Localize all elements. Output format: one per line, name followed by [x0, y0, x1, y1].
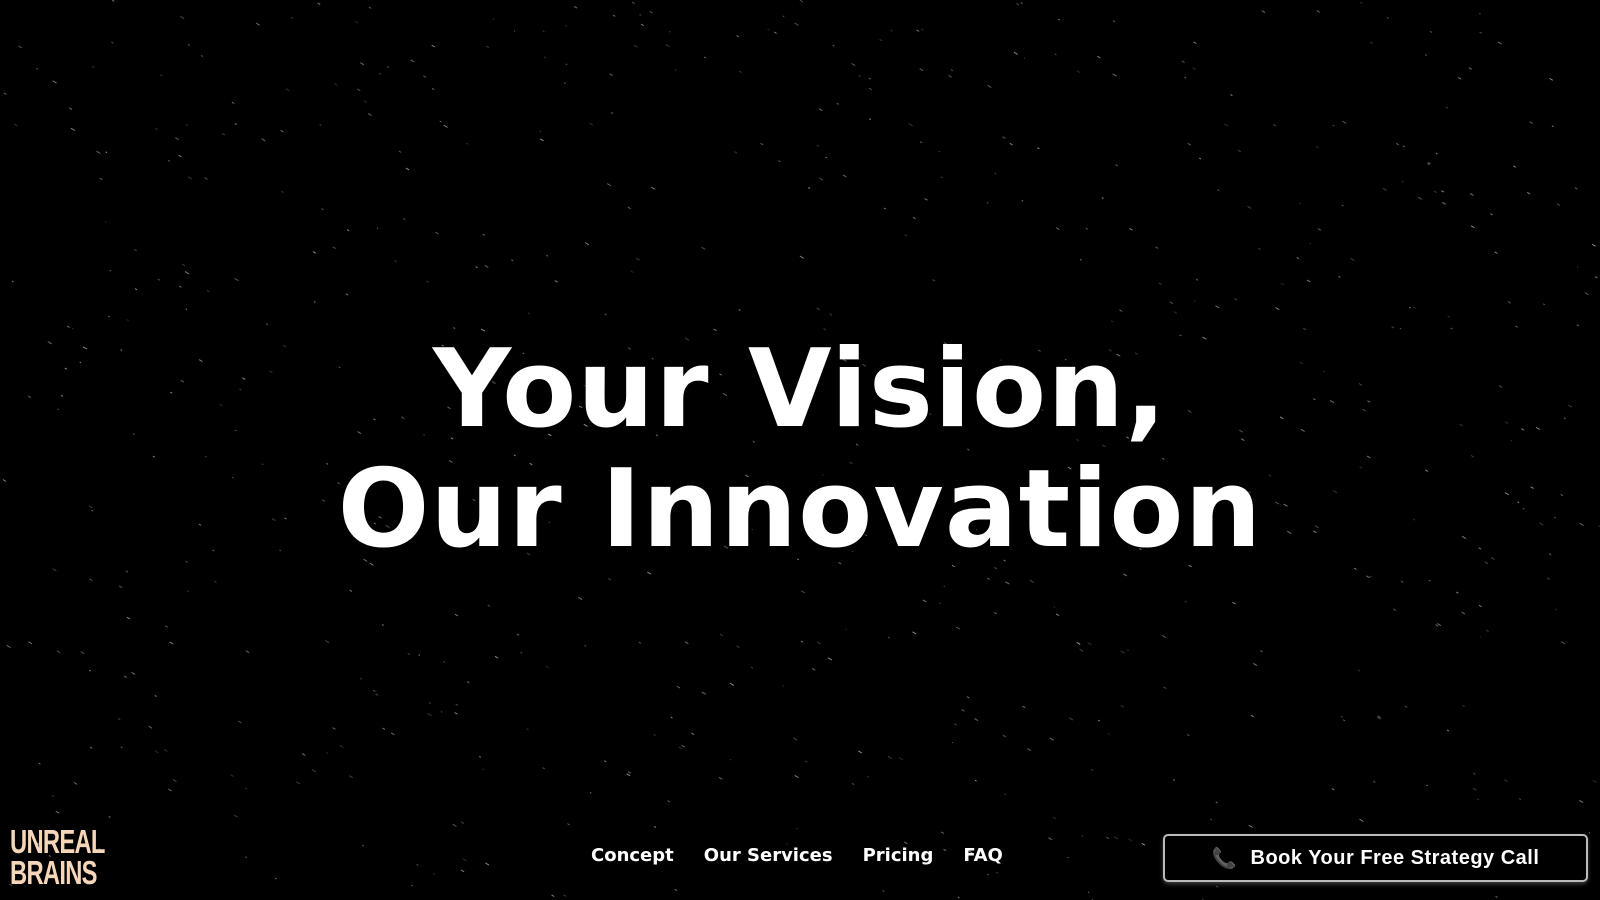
- hero-line-1: Your Vision,: [432, 327, 1168, 452]
- hero-line-2: Our Innovation: [337, 447, 1263, 572]
- book-strategy-call-button[interactable]: 📞 Book Your Free Strategy Call: [1163, 834, 1588, 882]
- nav-faq[interactable]: FAQ: [963, 845, 1002, 866]
- logo[interactable]: UNREAL BRAINS: [10, 823, 105, 891]
- nav-pricing[interactable]: Pricing: [863, 845, 934, 866]
- logo-line-1: UNREAL: [10, 823, 105, 860]
- logo-line-2: BRAINS: [10, 854, 97, 891]
- phone-icon: 📞: [1211, 847, 1237, 870]
- hero-heading: Your Vision, Our Innovation: [0, 330, 1600, 570]
- main-nav: Concept Our Services Pricing FAQ: [591, 845, 1003, 866]
- nav-our-services[interactable]: Our Services: [704, 845, 833, 866]
- book-strategy-call-label: Book Your Free Strategy Call: [1250, 846, 1540, 869]
- nav-concept[interactable]: Concept: [591, 845, 674, 866]
